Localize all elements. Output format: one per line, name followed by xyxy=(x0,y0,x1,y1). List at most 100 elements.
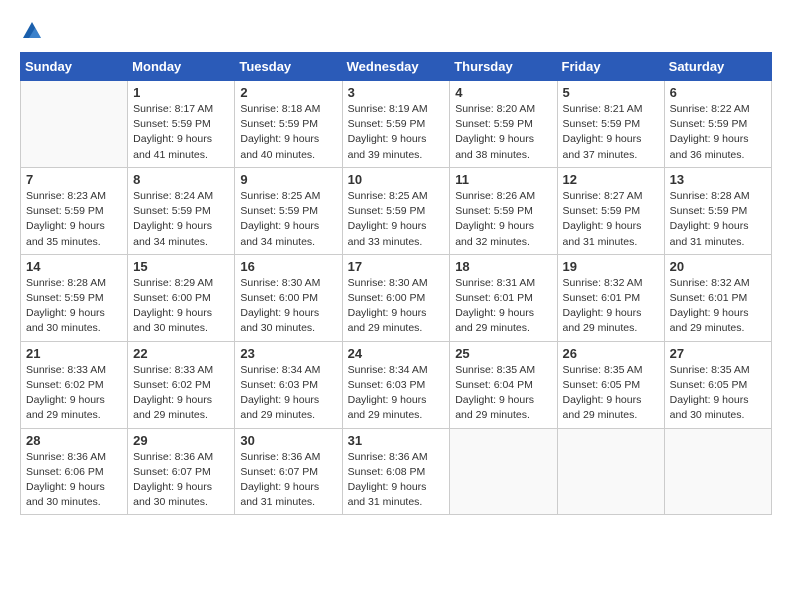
day-number: 25 xyxy=(455,346,551,361)
calendar-day-cell: 20 Sunrise: 8:32 AM Sunset: 6:01 PM Dayli… xyxy=(664,254,771,341)
day-number: 18 xyxy=(455,259,551,274)
logo xyxy=(20,20,43,42)
calendar-day-cell: 16Sunrise: 8:30 AM Sunset: 6:00 PM Dayli… xyxy=(235,254,342,341)
day-number: 20 xyxy=(670,259,766,274)
day-number: 15 xyxy=(133,259,229,274)
calendar-day-cell: 1 Sunrise: 8:17 AM Sunset: 5:59 PM Daylig… xyxy=(128,81,235,168)
calendar-day-cell: 30Sunrise: 8:36 AM Sunset: 6:07 PM Dayli… xyxy=(235,428,342,515)
page-header xyxy=(20,20,772,42)
day-number: 17 xyxy=(348,259,445,274)
calendar-week-row: 1 Sunrise: 8:17 AM Sunset: 5:59 PM Daylig… xyxy=(21,81,772,168)
calendar-week-row: 7 Sunrise: 8:23 AM Sunset: 5:59 PM Daylig… xyxy=(21,167,772,254)
day-number: 19 xyxy=(563,259,659,274)
day-number: 31 xyxy=(348,433,445,448)
weekday-header: Tuesday xyxy=(235,53,342,81)
calendar-day-cell: 13Sunrise: 8:28 AM Sunset: 5:59 PM Dayli… xyxy=(664,167,771,254)
day-info: Sunrise: 8:17 AM Sunset: 5:59 PM Dayligh… xyxy=(133,102,229,163)
day-info: Sunrise: 8:32 AM Sunset: 6:01 PM Dayligh… xyxy=(563,276,659,337)
weekday-header: Sunday xyxy=(21,53,128,81)
day-info: Sunrise: 8:33 AM Sunset: 6:02 PM Dayligh… xyxy=(26,363,122,424)
day-info: Sunrise: 8:23 AM Sunset: 5:59 PM Dayligh… xyxy=(26,189,122,250)
day-info: Sunrise: 8:29 AM Sunset: 6:00 PM Dayligh… xyxy=(133,276,229,337)
day-number: 4 xyxy=(455,85,551,100)
calendar-day-cell: 21 Sunrise: 8:33 AM Sunset: 6:02 PM Dayli… xyxy=(21,341,128,428)
weekday-header: Wednesday xyxy=(342,53,450,81)
day-info: Sunrise: 8:31 AM Sunset: 6:01 PM Dayligh… xyxy=(455,276,551,337)
day-info: Sunrise: 8:20 AM Sunset: 5:59 PM Dayligh… xyxy=(455,102,551,163)
calendar-day-cell: 23 Sunrise: 8:34 AM Sunset: 6:03 PM Dayli… xyxy=(235,341,342,428)
day-number: 26 xyxy=(563,346,659,361)
day-info: Sunrise: 8:18 AM Sunset: 5:59 PM Dayligh… xyxy=(240,102,336,163)
day-info: Sunrise: 8:24 AM Sunset: 5:59 PM Dayligh… xyxy=(133,189,229,250)
day-number: 5 xyxy=(563,85,659,100)
calendar-day-cell: 29 Sunrise: 8:36 AM Sunset: 6:07 PM Dayli… xyxy=(128,428,235,515)
calendar-day-cell: 25 Sunrise: 8:35 AM Sunset: 6:04 PM Dayli… xyxy=(450,341,557,428)
day-info: Sunrise: 8:36 AM Sunset: 6:07 PM Dayligh… xyxy=(133,450,229,511)
calendar-week-row: 14Sunrise: 8:28 AM Sunset: 5:59 PM Dayli… xyxy=(21,254,772,341)
day-number: 11 xyxy=(455,172,551,187)
day-info: Sunrise: 8:30 AM Sunset: 6:00 PM Dayligh… xyxy=(348,276,445,337)
day-number: 1 xyxy=(133,85,229,100)
calendar-day-cell: 3Sunrise: 8:19 AM Sunset: 5:59 PM Daylig… xyxy=(342,81,450,168)
calendar-day-cell: 10 Sunrise: 8:25 AM Sunset: 5:59 PM Dayli… xyxy=(342,167,450,254)
calendar-day-cell: 9 Sunrise: 8:25 AM Sunset: 5:59 PM Daylig… xyxy=(235,167,342,254)
calendar-day-cell: 24 Sunrise: 8:34 AM Sunset: 6:03 PM Dayli… xyxy=(342,341,450,428)
day-info: Sunrise: 8:32 AM Sunset: 6:01 PM Dayligh… xyxy=(670,276,766,337)
day-info: Sunrise: 8:35 AM Sunset: 6:04 PM Dayligh… xyxy=(455,363,551,424)
calendar-day-cell: 8 Sunrise: 8:24 AM Sunset: 5:59 PM Daylig… xyxy=(128,167,235,254)
day-info: Sunrise: 8:21 AM Sunset: 5:59 PM Dayligh… xyxy=(563,102,659,163)
day-number: 30 xyxy=(240,433,336,448)
day-number: 14 xyxy=(26,259,122,274)
day-number: 10 xyxy=(348,172,445,187)
day-info: Sunrise: 8:36 AM Sunset: 6:08 PM Dayligh… xyxy=(348,450,445,511)
day-info: Sunrise: 8:34 AM Sunset: 6:03 PM Dayligh… xyxy=(348,363,445,424)
calendar-day-cell: 2 Sunrise: 8:18 AM Sunset: 5:59 PM Daylig… xyxy=(235,81,342,168)
day-number: 27 xyxy=(670,346,766,361)
day-number: 22 xyxy=(133,346,229,361)
day-number: 29 xyxy=(133,433,229,448)
calendar-day-cell: 31 Sunrise: 8:36 AM Sunset: 6:08 PM Dayli… xyxy=(342,428,450,515)
day-info: Sunrise: 8:26 AM Sunset: 5:59 PM Dayligh… xyxy=(455,189,551,250)
logo-icon xyxy=(21,20,43,42)
calendar-day-cell: 6 Sunrise: 8:22 AM Sunset: 5:59 PM Daylig… xyxy=(664,81,771,168)
calendar-day-cell: 22Sunrise: 8:33 AM Sunset: 6:02 PM Dayli… xyxy=(128,341,235,428)
day-number: 8 xyxy=(133,172,229,187)
calendar-day-cell: 26 Sunrise: 8:35 AM Sunset: 6:05 PM Dayli… xyxy=(557,341,664,428)
weekday-header: Friday xyxy=(557,53,664,81)
day-info: Sunrise: 8:27 AM Sunset: 5:59 PM Dayligh… xyxy=(563,189,659,250)
calendar-week-row: 21 Sunrise: 8:33 AM Sunset: 6:02 PM Dayli… xyxy=(21,341,772,428)
day-info: Sunrise: 8:35 AM Sunset: 6:05 PM Dayligh… xyxy=(563,363,659,424)
day-number: 7 xyxy=(26,172,122,187)
day-number: 24 xyxy=(348,346,445,361)
day-info: Sunrise: 8:22 AM Sunset: 5:59 PM Dayligh… xyxy=(670,102,766,163)
day-number: 9 xyxy=(240,172,336,187)
calendar-table: SundayMondayTuesdayWednesdayThursdayFrid… xyxy=(20,52,772,515)
calendar-day-cell: 19 Sunrise: 8:32 AM Sunset: 6:01 PM Dayli… xyxy=(557,254,664,341)
day-info: Sunrise: 8:19 AM Sunset: 5:59 PM Dayligh… xyxy=(348,102,445,163)
calendar-day-cell: 14Sunrise: 8:28 AM Sunset: 5:59 PM Dayli… xyxy=(21,254,128,341)
day-number: 21 xyxy=(26,346,122,361)
day-number: 6 xyxy=(670,85,766,100)
day-info: Sunrise: 8:28 AM Sunset: 5:59 PM Dayligh… xyxy=(670,189,766,250)
calendar-week-row: 28Sunrise: 8:36 AM Sunset: 6:06 PM Dayli… xyxy=(21,428,772,515)
day-number: 16 xyxy=(240,259,336,274)
day-info: Sunrise: 8:34 AM Sunset: 6:03 PM Dayligh… xyxy=(240,363,336,424)
weekday-header: Monday xyxy=(128,53,235,81)
weekday-header: Thursday xyxy=(450,53,557,81)
calendar-day-cell: 28Sunrise: 8:36 AM Sunset: 6:06 PM Dayli… xyxy=(21,428,128,515)
day-number: 23 xyxy=(240,346,336,361)
calendar-day-cell: 18 Sunrise: 8:31 AM Sunset: 6:01 PM Dayli… xyxy=(450,254,557,341)
day-number: 2 xyxy=(240,85,336,100)
calendar-day-cell: 5 Sunrise: 8:21 AM Sunset: 5:59 PM Daylig… xyxy=(557,81,664,168)
calendar-day-cell xyxy=(450,428,557,515)
calendar-day-cell xyxy=(557,428,664,515)
calendar-day-cell: 4 Sunrise: 8:20 AM Sunset: 5:59 PM Daylig… xyxy=(450,81,557,168)
weekday-header: Saturday xyxy=(664,53,771,81)
calendar-header-row: SundayMondayTuesdayWednesdayThursdayFrid… xyxy=(21,53,772,81)
calendar-day-cell: 27 Sunrise: 8:35 AM Sunset: 6:05 PM Dayli… xyxy=(664,341,771,428)
calendar-day-cell: 17 Sunrise: 8:30 AM Sunset: 6:00 PM Dayli… xyxy=(342,254,450,341)
day-info: Sunrise: 8:35 AM Sunset: 6:05 PM Dayligh… xyxy=(670,363,766,424)
day-info: Sunrise: 8:25 AM Sunset: 5:59 PM Dayligh… xyxy=(240,189,336,250)
day-info: Sunrise: 8:25 AM Sunset: 5:59 PM Dayligh… xyxy=(348,189,445,250)
calendar-day-cell: 7 Sunrise: 8:23 AM Sunset: 5:59 PM Daylig… xyxy=(21,167,128,254)
